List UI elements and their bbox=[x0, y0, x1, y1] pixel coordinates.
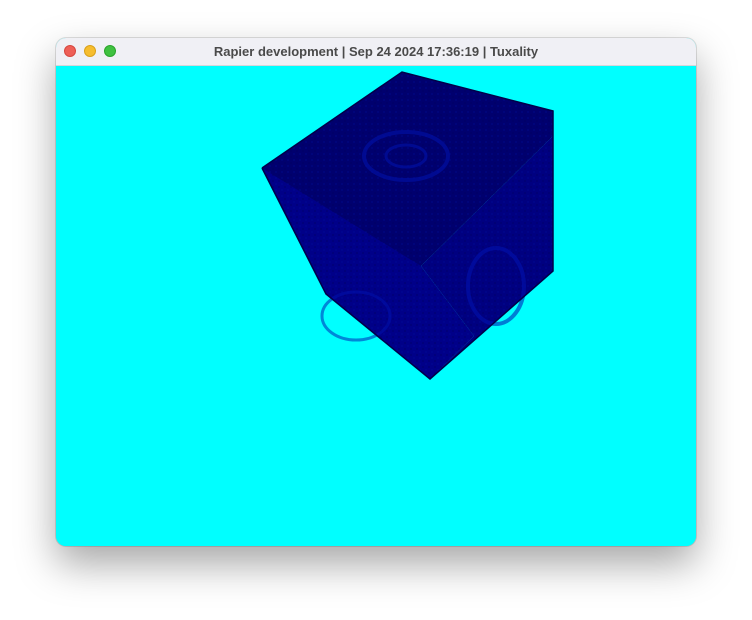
textured-cube bbox=[261, 71, 554, 380]
window-title: Rapier development | Sep 24 2024 17:36:1… bbox=[213, 44, 539, 59]
app-window: Rapier development | Sep 24 2024 17:36:1… bbox=[56, 38, 696, 546]
scene-canvas bbox=[261, 71, 554, 380]
render-viewport[interactable] bbox=[56, 66, 696, 546]
title-bar[interactable]: Rapier development | Sep 24 2024 17:36:1… bbox=[56, 38, 696, 66]
cube-texture bbox=[262, 72, 553, 379]
